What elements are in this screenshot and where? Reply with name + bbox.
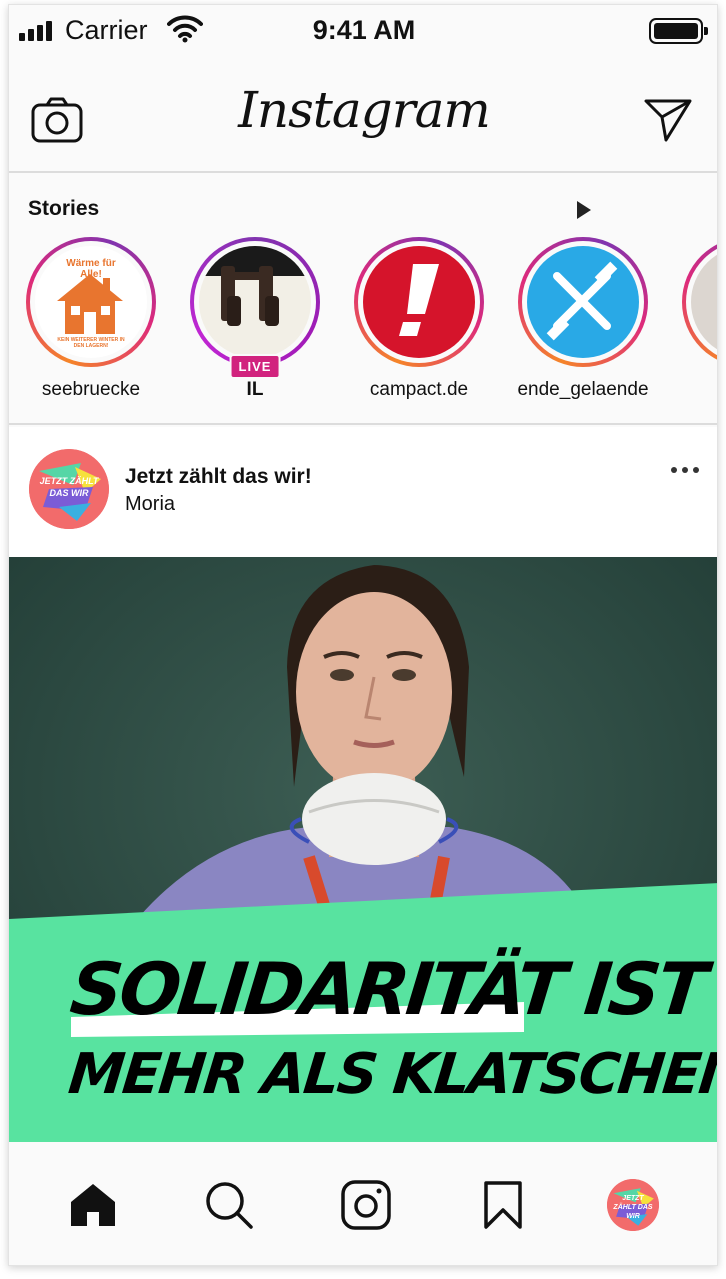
battery-icon: [649, 18, 708, 44]
story-name: barb: [665, 379, 717, 401]
story-ring: [682, 237, 717, 367]
play-all-stories-icon[interactable]: [577, 201, 591, 219]
story-ring: Wärme für Alle! KEIN WEITERER WINTER IN …: [26, 237, 156, 367]
story-campact[interactable]: campact.de: [337, 237, 501, 401]
seebruecke-avatar: Wärme für Alle! KEIN WEITERER WINTER IN …: [35, 246, 147, 358]
seebruecke-small-text: KEIN WEITERER WINTER IN DEN LAGERN!: [57, 337, 125, 349]
post-image[interactable]: SOLIDARITÄT IST MEHR ALS KLATSCHEN!: [9, 557, 718, 1142]
bookmark-icon: [484, 1181, 522, 1229]
tab-camera[interactable]: [336, 1175, 396, 1235]
profile-avatar: JETZT ZÄHLT DAS WIR: [607, 1179, 659, 1231]
tab-search[interactable]: [199, 1175, 259, 1235]
stories-title: Stories: [28, 197, 100, 220]
post-avatar[interactable]: JETZT ZÄHLT DAS WIR: [29, 449, 109, 529]
more-options-icon[interactable]: [671, 467, 699, 473]
story-ende-gelaende[interactable]: ende_gelaende: [501, 237, 665, 401]
seebruecke-badge-text: Wärme für Alle!: [66, 258, 116, 280]
direct-send-icon[interactable]: [643, 97, 693, 143]
story-barb[interactable]: barb: [665, 237, 717, 401]
ende-gelaende-avatar: [527, 246, 639, 358]
story-ring: LIVE: [190, 237, 320, 379]
story-name: ende_gelaende: [517, 379, 649, 400]
camera-post-icon: [341, 1180, 391, 1230]
instagram-logo: Instagram: [238, 81, 491, 139]
story-ring: [354, 237, 484, 367]
post-location[interactable]: Moria: [125, 493, 175, 516]
story-il[interactable]: LIVE IL: [173, 237, 337, 401]
tab-saved[interactable]: [473, 1175, 533, 1235]
story-name: campact.de: [369, 379, 469, 400]
bottom-tabbar: JETZT ZÄHLT DAS WIR: [9, 1143, 717, 1265]
clock: 9:41 AM: [312, 15, 416, 45]
stories-section: Stories Wärme für Alle! KEIN WEITERER WI…: [9, 175, 717, 425]
post-avatar-text: JETZT ZÄHLT DAS WIR: [39, 476, 99, 498]
top-navbar: Instagram: [9, 65, 717, 173]
story-name: seebruecke: [41, 379, 141, 400]
phone-screen: Carrier 9:41 AM Instagram Stories Wärme …: [8, 4, 718, 1266]
story-seebruecke[interactable]: Wärme für Alle! KEIN WEITERER WINTER IN …: [9, 237, 173, 401]
story-ring: [518, 237, 648, 367]
barb-avatar: [691, 246, 717, 358]
status-bar: Carrier 9:41 AM: [9, 5, 717, 57]
profile-avatar-text: JETZT ZÄHLT DAS WIR: [613, 1195, 653, 1220]
tab-home[interactable]: [63, 1175, 123, 1235]
campact-avatar: [363, 246, 475, 358]
tab-profile[interactable]: JETZT ZÄHLT DAS WIR: [603, 1175, 663, 1235]
post-header: JETZT ZÄHLT DAS WIR Jetzt zählt das wir!…: [9, 427, 717, 557]
story-name: IL: [246, 379, 264, 400]
search-icon: [206, 1182, 253, 1229]
post-username[interactable]: Jetzt zählt das wir!: [125, 465, 312, 489]
home-icon: [71, 1184, 115, 1226]
headline-line-2: MEHR ALS KLATSCHEN!: [65, 1042, 718, 1107]
live-badge: LIVE: [229, 354, 281, 379]
headline-line-1: SOLIDARITÄT IST: [66, 947, 709, 1031]
il-avatar: [199, 246, 311, 358]
